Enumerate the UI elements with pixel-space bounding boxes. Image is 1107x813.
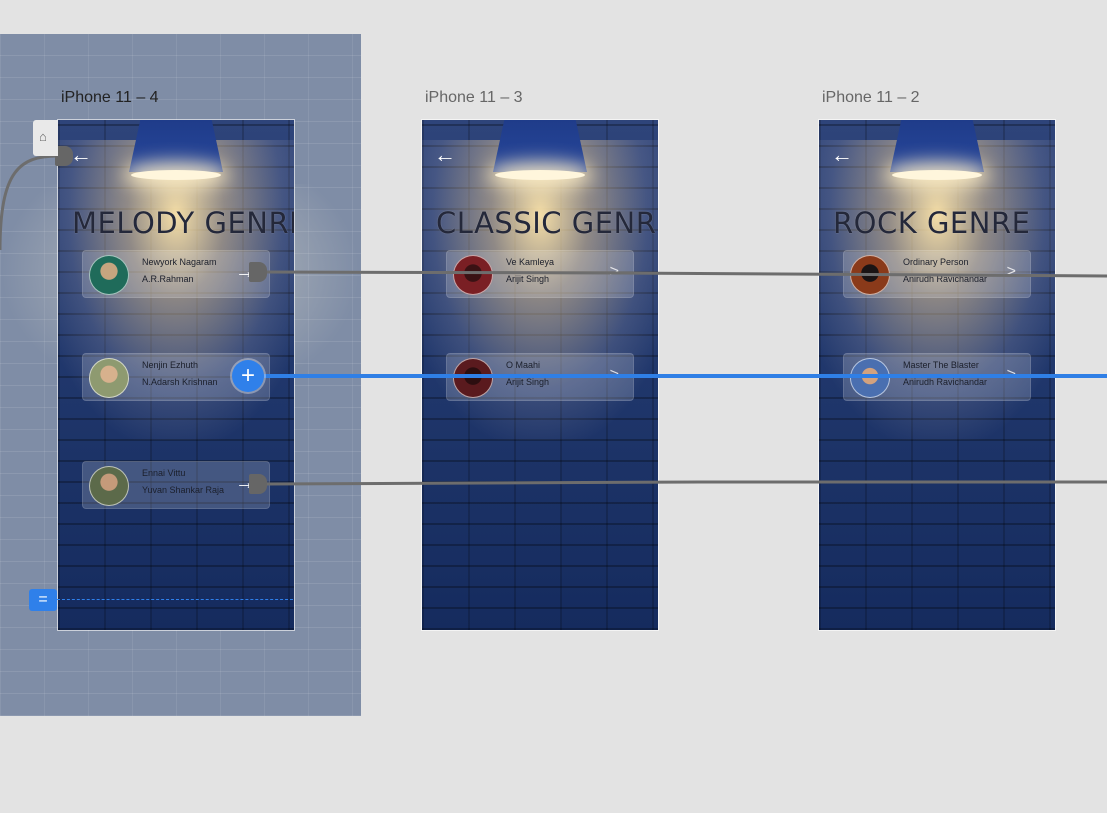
flow-wire-bottom[interactable] bbox=[265, 480, 1107, 486]
home-flow-tab[interactable]: ⌂ bbox=[33, 120, 58, 156]
viewport-fold-line bbox=[57, 599, 293, 600]
connector-handle[interactable] bbox=[249, 474, 267, 494]
home-icon: ⌂ bbox=[39, 129, 47, 144]
connector-handle[interactable] bbox=[249, 262, 267, 282]
add-interaction-button[interactable]: + bbox=[232, 360, 264, 392]
prototype-wires-layer bbox=[0, 154, 1107, 486]
scroll-position-handle[interactable]: = bbox=[29, 589, 57, 611]
flow-wire-top[interactable] bbox=[265, 270, 1107, 278]
home-flow-wire[interactable] bbox=[0, 154, 59, 251]
